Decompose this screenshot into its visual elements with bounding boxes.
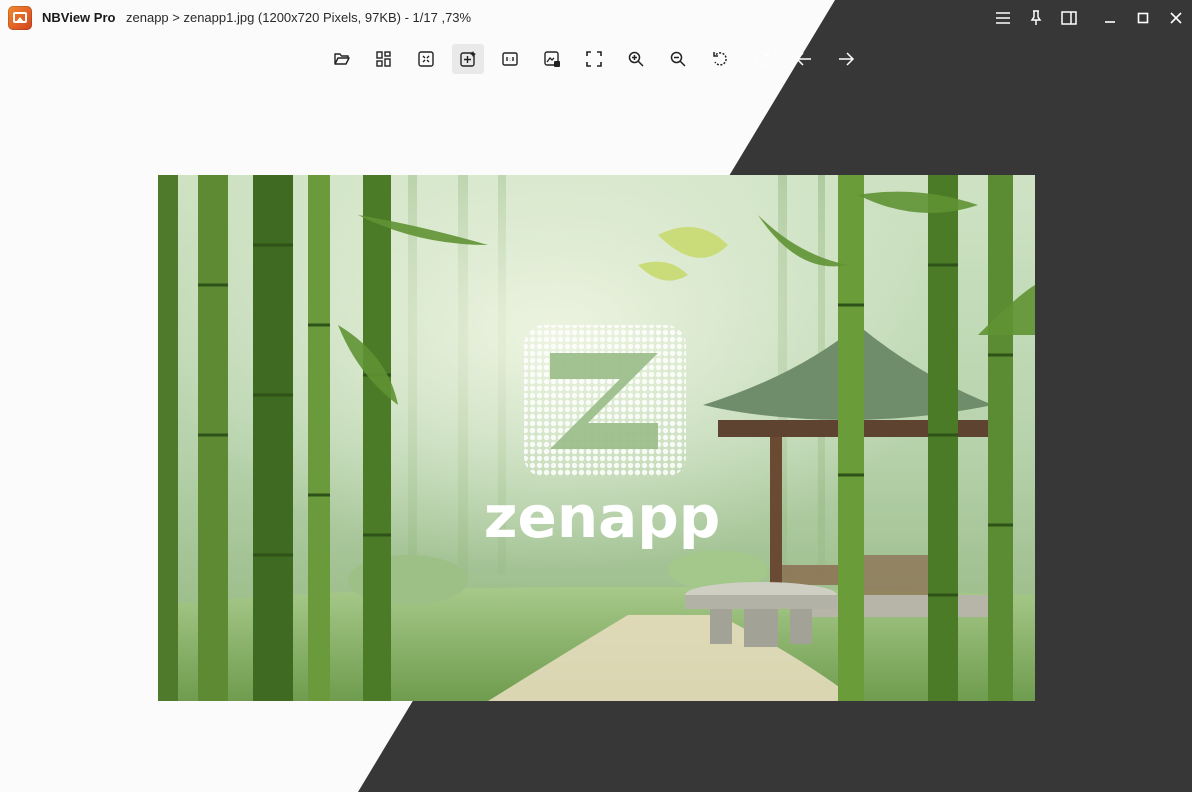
sidebar-toggle-icon <box>1060 11 1077 25</box>
image-info-icon <box>544 51 560 67</box>
sidebar-toggle-button[interactable] <box>1052 0 1085 36</box>
previous-image-icon <box>795 52 811 66</box>
bamboo-forest-image: zenapp <box>158 175 1035 701</box>
thumbnail-grid-icon <box>376 51 391 67</box>
title-bar: NBView Pro zenapp > zenapp1.jpg (1200x72… <box>0 0 1192 36</box>
auto-fit-button[interactable] <box>452 44 484 74</box>
app-name: NBView Pro <box>42 10 116 25</box>
fit-to-window-icon <box>418 51 434 67</box>
zoom-out-icon <box>670 51 686 67</box>
open-button[interactable] <box>326 44 358 74</box>
fit-window-button[interactable] <box>410 44 442 74</box>
rotate-left-icon <box>713 52 727 66</box>
window-title: zenapp > zenapp1.jpg (1200x720 Pixels, 9… <box>126 10 472 25</box>
auto-fit-icon <box>460 51 476 67</box>
zoom-in-button[interactable] <box>620 44 652 74</box>
minimize-icon <box>1104 21 1115 23</box>
toolbar <box>326 44 872 76</box>
rotate-right-button[interactable] <box>746 44 778 74</box>
maximize-button[interactable] <box>1126 0 1159 36</box>
zoom-out-button[interactable] <box>662 44 694 74</box>
close-button[interactable] <box>1159 0 1192 36</box>
maximize-icon <box>1137 12 1148 24</box>
fullscreen-button[interactable] <box>578 44 610 74</box>
next-image-icon <box>839 52 855 66</box>
image-info-button[interactable] <box>536 44 568 74</box>
actual-size-button[interactable] <box>494 44 526 74</box>
close-icon <box>1169 12 1182 24</box>
displayed-image[interactable]: zenapp <box>158 175 1035 701</box>
zenapp-logo-text: zenapp <box>484 483 721 551</box>
rotate-right-icon <box>755 52 769 66</box>
zoom-in-icon <box>628 51 644 67</box>
actual-size-icon <box>502 52 518 66</box>
open-folder-icon <box>334 53 350 65</box>
thumbnails-button[interactable] <box>368 44 400 74</box>
previous-image-button[interactable] <box>788 44 820 74</box>
next-image-button[interactable] <box>830 44 862 74</box>
rotate-left-button[interactable] <box>704 44 736 74</box>
window-controls <box>986 0 1192 36</box>
app-logo-icon <box>8 6 32 30</box>
menu-button[interactable] <box>986 0 1019 36</box>
menu-icon <box>995 12 1010 24</box>
pin-button[interactable] <box>1019 0 1052 36</box>
minimize-button[interactable] <box>1093 0 1126 36</box>
fullscreen-icon <box>586 51 602 67</box>
pin-icon <box>1030 10 1041 25</box>
zenapp-logo-mark <box>524 325 686 477</box>
